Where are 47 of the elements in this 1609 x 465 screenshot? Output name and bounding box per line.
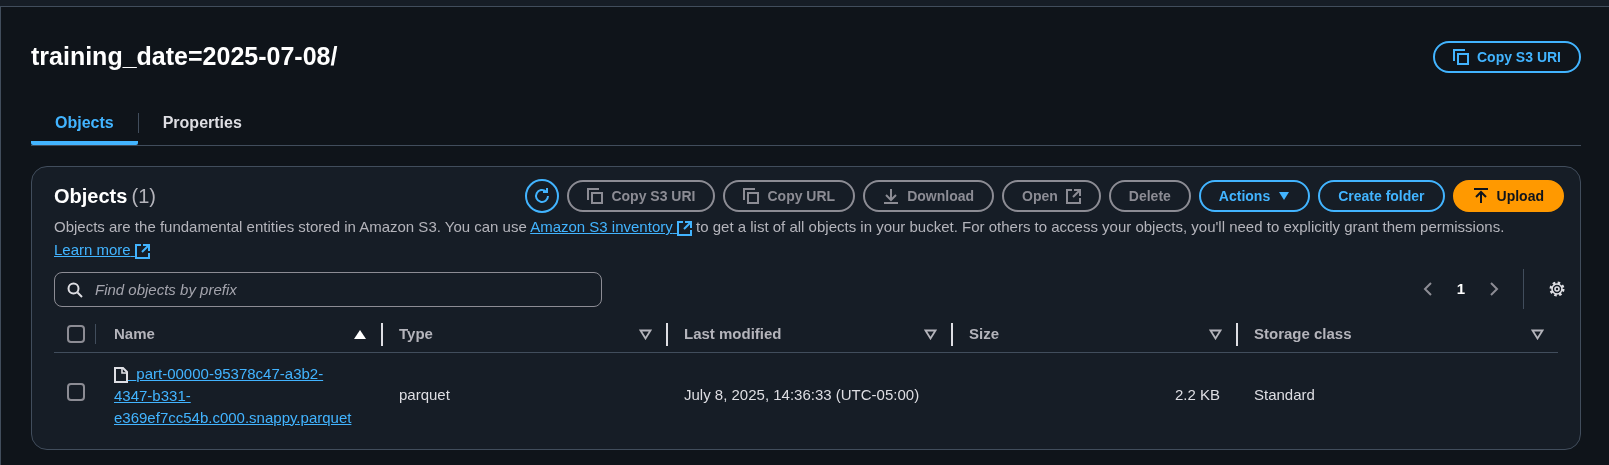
search-icon — [67, 281, 83, 298]
column-header[interactable]: Last modified — [684, 323, 782, 346]
copy-icon — [743, 188, 760, 204]
page-number[interactable]: 1 — [1456, 277, 1465, 301]
copy-icon — [1453, 49, 1469, 65]
refresh-icon — [533, 187, 552, 205]
sort-icon[interactable] — [1531, 328, 1544, 340]
tab[interactable]: Properties — [138, 105, 266, 145]
column-header[interactable]: Storage class — [1254, 323, 1352, 346]
select-all-checkbox[interactable] — [67, 325, 85, 344]
upload-button[interactable]: Upload — [1452, 180, 1564, 212]
action-button[interactable]: Create folder — [1318, 180, 1445, 212]
file-icon — [114, 366, 128, 383]
sort-icon[interactable] — [1209, 328, 1222, 340]
file-type: parquet — [399, 386, 450, 404]
last-modified: July 8, 2025, 14:36:33 (UTC-05:00) — [684, 386, 920, 404]
file-size: 2.2 KB — [1174, 386, 1220, 404]
caret-icon — [1278, 191, 1291, 201]
refresh-button[interactable] — [525, 179, 560, 213]
sort-icon[interactable] — [639, 328, 652, 340]
sort-ascending-icon[interactable] — [353, 328, 367, 340]
tab[interactable]: Objects — [31, 105, 138, 145]
storage-class: Standard — [1254, 386, 1315, 404]
settings-icon[interactable] — [1548, 280, 1566, 298]
external-link-icon — [1065, 188, 1081, 204]
upload-icon — [1472, 188, 1489, 204]
previous-page-icon[interactable] — [1422, 281, 1433, 297]
actions-button[interactable]: Actions — [1198, 180, 1311, 212]
learn-more-link[interactable]: Learn more — [54, 241, 150, 258]
search-field[interactable]: Find objects by prefix — [54, 271, 602, 307]
column-header[interactable]: Size — [969, 323, 999, 346]
inventory-link[interactable]: Amazon S3 inventory — [530, 218, 692, 235]
copy-icon — [587, 188, 604, 204]
sort-icon[interactable] — [924, 328, 937, 340]
external-link-icon — [134, 243, 150, 259]
page-title: training_date=2025-07-08/ — [31, 41, 338, 71]
object-count: (1) — [131, 185, 156, 207]
panel-title: Objects — [54, 185, 128, 207]
column-header[interactable]: Name — [114, 323, 155, 346]
description-text: Objects are the fundamental entities stored in Amazon S3. You can use Amazon S3 inventory to get a list of all objects in your bucket. For others to access your objects, you'll need to explicitly grant them permissions. Learn more — [54, 217, 1506, 261]
external-link-icon — [676, 220, 692, 236]
column-header[interactable]: Type — [399, 323, 433, 346]
download-icon — [883, 188, 900, 204]
next-page-icon[interactable] — [1489, 281, 1499, 297]
row-checkbox[interactable] — [67, 383, 85, 402]
file-link[interactable]: part-00000-95378c47-a3b2-4347-b331-e369ef7cc54b.c000.snappy.parquet — [114, 362, 352, 429]
copy-s3-uri-button[interactable]: Copy S3 URI — [1433, 41, 1581, 73]
